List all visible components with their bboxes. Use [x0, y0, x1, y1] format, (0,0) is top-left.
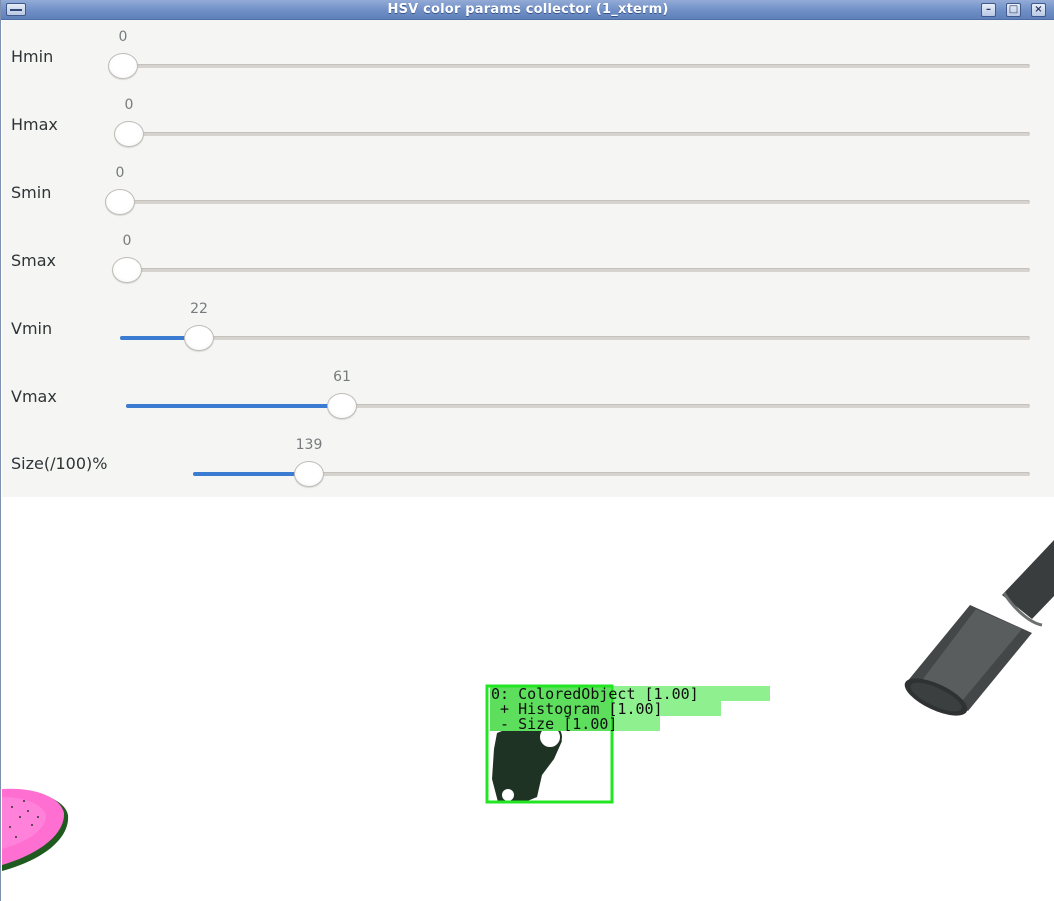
slider-row-hmax: Hmax 0	[2, 88, 1054, 156]
slider-handle[interactable]	[105, 189, 135, 215]
slider-track[interactable]	[113, 268, 1030, 272]
slider-handle[interactable]	[112, 257, 142, 283]
slider-label: Size(/100)%	[11, 454, 108, 473]
slider-value: 0	[122, 233, 132, 249]
window-title: HSV color params collector (1_xterm)	[387, 2, 669, 17]
slider-handle[interactable]	[294, 461, 324, 487]
slider-label: Vmin	[11, 319, 53, 338]
slider-value: 0	[118, 29, 128, 45]
close-button[interactable]: ×	[1031, 3, 1046, 17]
detected-object	[492, 723, 562, 803]
slider-label: Hmax	[11, 115, 58, 134]
slider-fill	[193, 472, 309, 476]
app-window: HSV color params collector (1_xterm) – □…	[0, 0, 1054, 901]
title-bar[interactable]: HSV color params collector (1_xterm) – □…	[1, 0, 1054, 20]
cylinder-object	[904, 540, 1054, 716]
slider-row-smin: Smin 0	[2, 156, 1054, 224]
slider-fill	[126, 404, 343, 408]
slider-label: Hmin	[11, 47, 54, 66]
slider-row-vmax: Vmax 61	[2, 360, 1054, 428]
slider-row-smax: Smax 0	[2, 224, 1054, 292]
slider-label: Vmax	[11, 387, 57, 406]
slider-row-hmin: Hmin 0	[2, 20, 1054, 88]
trackbar-panel: Hmin 0 Hmax 0 Smin 0 Smax 0 Vmin 22 Vmax…	[2, 20, 1054, 498]
slider-row-vmin: Vmin 22	[2, 292, 1054, 360]
slider-label: Smax	[11, 251, 57, 270]
slider-value: 0	[124, 97, 134, 113]
camera-view: 0: ColoredObject [1.00] + Histogram [1.0…	[2, 497, 1054, 901]
slider-track[interactable]	[115, 132, 1030, 136]
slider-label: Smin	[11, 183, 52, 202]
slider-handle[interactable]	[108, 53, 138, 79]
slider-row-size: Size(/100)% 139	[2, 428, 1054, 496]
slider-value: 22	[190, 301, 208, 317]
maximize-button[interactable]: □	[1006, 3, 1021, 17]
minimize-button[interactable]: –	[981, 3, 996, 17]
slider-handle[interactable]	[327, 393, 357, 419]
slider-handle[interactable]	[114, 121, 144, 147]
slider-track[interactable]	[109, 64, 1030, 68]
slider-value: 0	[115, 165, 125, 181]
slider-value: 61	[333, 369, 351, 385]
detection-label-line-3: - Size [1.00]	[491, 715, 618, 733]
slider-track[interactable]	[106, 200, 1030, 204]
slider-track[interactable]	[120, 336, 1030, 340]
slider-value: 139	[295, 437, 323, 453]
pink-object	[2, 788, 69, 871]
slider-handle[interactable]	[184, 325, 214, 351]
